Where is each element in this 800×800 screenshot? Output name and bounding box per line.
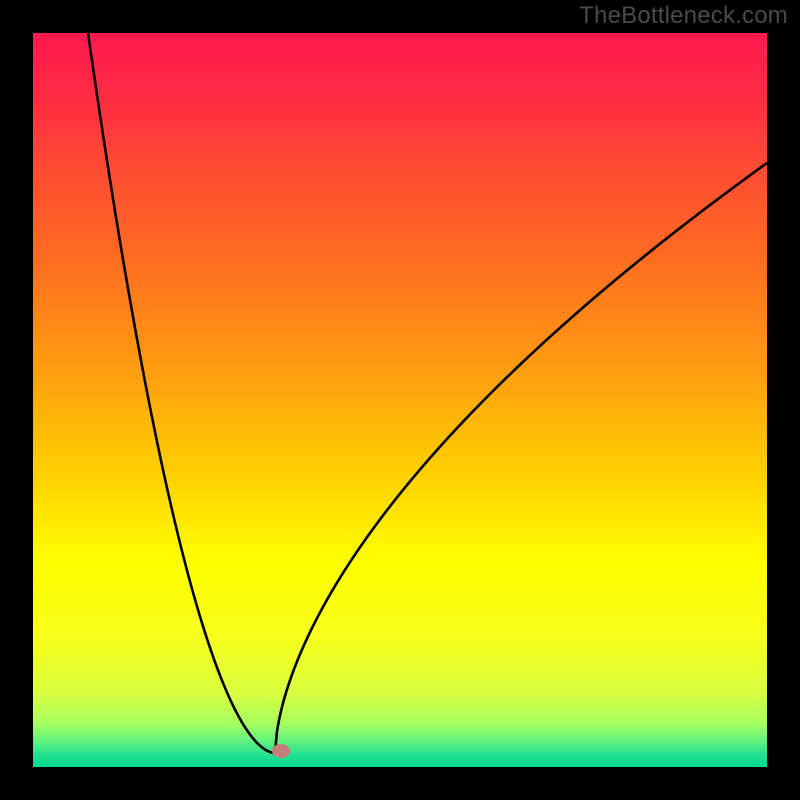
- bottleneck-chart: [33, 33, 767, 767]
- chart-frame: TheBottleneck.com: [0, 0, 800, 800]
- optimum-marker: [272, 744, 290, 758]
- chart-background: [33, 33, 767, 767]
- watermark-text: TheBottleneck.com: [579, 2, 788, 30]
